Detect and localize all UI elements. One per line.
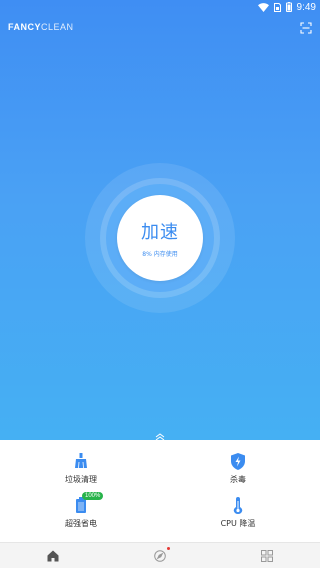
feature-power-saving[interactable]: 100% 超强省电 [21, 492, 141, 529]
feature-label: 垃圾清理 [65, 475, 97, 484]
feature-grid: 垃圾清理 杀毒 100% 超强省电 CPU 降温 [0, 440, 320, 542]
nav-grid[interactable] [260, 549, 274, 563]
grid-icon [261, 547, 273, 566]
battery-icon [285, 2, 292, 12]
brand-bold: FANCY [8, 22, 42, 32]
feature-cpu-cooling[interactable]: CPU 降温 [178, 496, 298, 529]
notification-dot [167, 547, 170, 550]
feature-label: 杀毒 [230, 475, 246, 484]
thermometer-icon [229, 496, 247, 514]
battery-badge: 100% [82, 492, 104, 500]
nav-discover[interactable] [153, 547, 170, 566]
brand-light: CLEAN [41, 22, 74, 32]
bottom-nav [0, 542, 320, 568]
wifi-icon [257, 2, 269, 12]
compass-icon [154, 547, 166, 566]
scan-icon [300, 19, 312, 38]
broom-icon [72, 452, 90, 470]
status-time: 9:49 [296, 1, 316, 13]
battery-icon: 100% [72, 492, 104, 514]
scan-button[interactable] [298, 20, 314, 36]
shield-bolt-icon [229, 452, 247, 470]
memory-usage-text: 8% 内存使用 [142, 251, 178, 258]
status-bar: 9:49 [0, 0, 320, 14]
hero-panel: 9:49 FANCYCLEAN 加速 8% 内存使用 [0, 0, 320, 440]
sim-card-icon [273, 2, 281, 12]
home-icon [47, 547, 59, 566]
feature-label: 超强省电 [65, 519, 97, 528]
feature-antivirus[interactable]: 杀毒 [178, 452, 298, 485]
chevron-up-icon[interactable] [155, 426, 165, 440]
feature-junk-clean[interactable]: 垃圾清理 [21, 452, 141, 485]
app-brand: FANCYCLEAN [8, 22, 74, 32]
nav-home[interactable] [46, 549, 60, 563]
boost-button[interactable]: 加速 8% 内存使用 [117, 195, 203, 281]
boost-title: 加速 [141, 222, 179, 243]
feature-label: CPU 降温 [220, 519, 256, 528]
